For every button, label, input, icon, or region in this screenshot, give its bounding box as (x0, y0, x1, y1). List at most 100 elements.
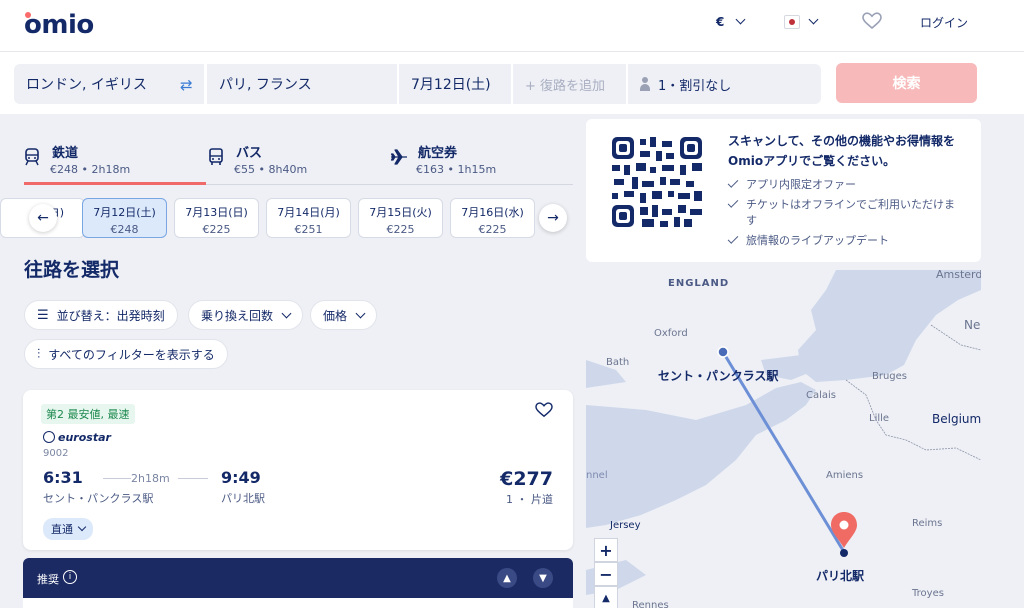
tab-train-label: 鉄道 (52, 146, 79, 161)
departure-station: セント・パンクラス駅 (43, 492, 154, 505)
tab-train-meta: €248 • 2h18m (50, 163, 131, 176)
map-label: Bath (606, 357, 630, 368)
journey-price: €277 (500, 468, 553, 490)
search-button[interactable]: 検索 (836, 63, 977, 103)
return-date-field[interactable]: + 復路を追加 (513, 64, 626, 104)
arrow-right-icon: → (547, 210, 559, 226)
top-bar: omio € ログイン (0, 0, 1024, 52)
checkmark-icon (727, 177, 739, 188)
promo-item: アプリ内限定オファー (727, 177, 968, 193)
origin-station-label: セント・パンクラス駅 (658, 369, 779, 383)
tab-flight-label: 航空券 (418, 146, 458, 161)
to-field[interactable]: パリ, フランス (207, 64, 397, 104)
tab-bus-meta: €55 • 8h40m (234, 163, 308, 176)
info-icon[interactable]: i (63, 570, 77, 584)
train-icon (25, 148, 39, 166)
person-icon (640, 77, 650, 91)
arrival-station: パリ北駅 (221, 492, 265, 505)
promo-item-text: 旅情報のライブアップデート (746, 234, 889, 247)
train-number: 9002 (43, 448, 69, 459)
date-value: 7月12日(土) (411, 77, 491, 93)
tab-flight[interactable]: 航空券 €163 • 1h15m (390, 140, 570, 184)
departure-time: 6:31 (43, 468, 83, 487)
promo-item-text: アプリ内限定オファー (746, 178, 856, 191)
thumbs-down-icon[interactable]: ▼ (533, 568, 553, 588)
deal-badge: 第2 最安値, 最速 (41, 404, 135, 424)
date-option-selected[interactable]: 7月12日(土) €248 (82, 198, 167, 238)
favorite-heart-icon[interactable] (535, 402, 553, 418)
map-label: Ne (964, 318, 981, 332)
filter-sliders-icon: ⫶ (37, 346, 41, 362)
map-label: Calais (806, 390, 837, 401)
return-placeholder: + 復路を追加 (525, 78, 606, 94)
from-field[interactable]: ロンドン, イギリス (14, 64, 204, 104)
date-prev-button[interactable]: ← (29, 204, 57, 232)
route-map[interactable]: ENGLAND Oxford Bath Amsterdam Ne Bruges … (586, 270, 981, 608)
recommendation-bar: 推奨 i ▲ ▼ (23, 558, 573, 598)
map-label: nnel (586, 470, 608, 481)
map-label: Jersey (610, 520, 641, 531)
omio-logo[interactable]: omio (24, 10, 94, 40)
next-journey-card (23, 598, 573, 608)
date-price: €225 (202, 223, 231, 236)
search-bar: ロンドン, イギリス ⇄ パリ, フランス 7月12日(土) + 復路を追加 1… (0, 52, 1024, 114)
date-price: €225 (478, 223, 507, 236)
page-title: 往路を選択 (24, 259, 120, 281)
tab-train[interactable]: 鉄道 €248 • 2h18m (24, 140, 206, 184)
chevron-down-icon[interactable] (735, 14, 746, 25)
chevron-down-icon[interactable] (808, 14, 819, 25)
price-label: 価格 (323, 308, 348, 323)
eurostar-icon (43, 431, 55, 443)
all-filters-label: すべてのフィルターを表示する (48, 347, 215, 362)
price-filter-button[interactable]: 価格 (310, 300, 378, 330)
map-canvas (586, 270, 981, 608)
arrow-left-icon: ← (37, 210, 49, 226)
arrival-time: 9:49 (221, 468, 261, 487)
checkmark-icon (727, 197, 739, 208)
sort-button[interactable]: ☰ 並び替え：出発時刻 (24, 300, 178, 330)
journey-card[interactable]: 第2 最安値, 最速 eurostar 9002 6:31 2h18m 9:49… (23, 390, 573, 550)
recommend-label: 推奨 (37, 573, 59, 586)
fare-type: 1 ・ 片道 (506, 493, 553, 506)
all-filters-button[interactable]: ⫶ すべてのフィルターを表示する (24, 339, 228, 369)
duration-line (103, 478, 131, 479)
date-option[interactable]: 7月15日(火) €225 (358, 198, 443, 238)
map-label: Oxford (654, 328, 688, 339)
date-label: 7月12日(土) (93, 206, 156, 219)
departure-date-field[interactable]: 7月12日(土) (399, 64, 511, 104)
direct-toggle[interactable]: 直通 (43, 518, 93, 540)
login-button[interactable]: ログイン (920, 14, 968, 31)
map-label: Reims (912, 518, 943, 529)
chevron-down-icon (355, 308, 366, 318)
promo-title: スキャンして、その他の機能やお得情報をOmioアプリでご覧ください。 (728, 134, 956, 168)
date-next-button[interactable]: → (539, 204, 567, 232)
operator-logo: eurostar (43, 431, 111, 444)
tab-bus[interactable]: バス €55 • 8h40m (208, 140, 388, 184)
map-label: Rennes (632, 600, 669, 608)
zoom-out-button[interactable]: − (594, 562, 618, 586)
promo-item: チケットはオフラインでご利用いただけます (727, 197, 958, 229)
swap-icon[interactable]: ⇄ (180, 76, 193, 94)
zoom-in-button[interactable]: + (594, 538, 618, 562)
date-label: 7月15日(火) (369, 206, 432, 219)
checkmark-icon (727, 233, 739, 244)
compass-button[interactable]: ▲ (594, 586, 618, 608)
chevron-down-icon (77, 522, 87, 532)
map-label: ENGLAND (668, 278, 730, 289)
map-label: Amiens (826, 470, 864, 481)
app-promo-panel: スキャンして、その他の機能やお得情報をOmioアプリでご覧ください。 アプリ内限… (586, 119, 981, 262)
thumbs-up-icon[interactable]: ▲ (497, 568, 517, 588)
passengers-field[interactable]: 1・割引なし (628, 64, 821, 104)
transfers-filter-button[interactable]: 乗り換え回数 (188, 300, 304, 330)
date-price: €225 (386, 223, 415, 236)
sort-icon: ☰ (37, 307, 49, 323)
transfers-label: 乗り換え回数 (201, 308, 274, 323)
date-option[interactable]: 7月16日(水) €225 (450, 198, 535, 238)
language-flag-icon[interactable] (784, 15, 800, 29)
date-option[interactable]: 7月13日(日) €225 (174, 198, 259, 238)
favorites-heart-icon[interactable] (862, 12, 882, 30)
map-label: Troyes (912, 588, 944, 599)
currency-selector[interactable]: € (716, 15, 724, 29)
date-option[interactable]: 7月14日(月) €251 (266, 198, 351, 238)
map-label: Amsterdam (936, 270, 981, 281)
